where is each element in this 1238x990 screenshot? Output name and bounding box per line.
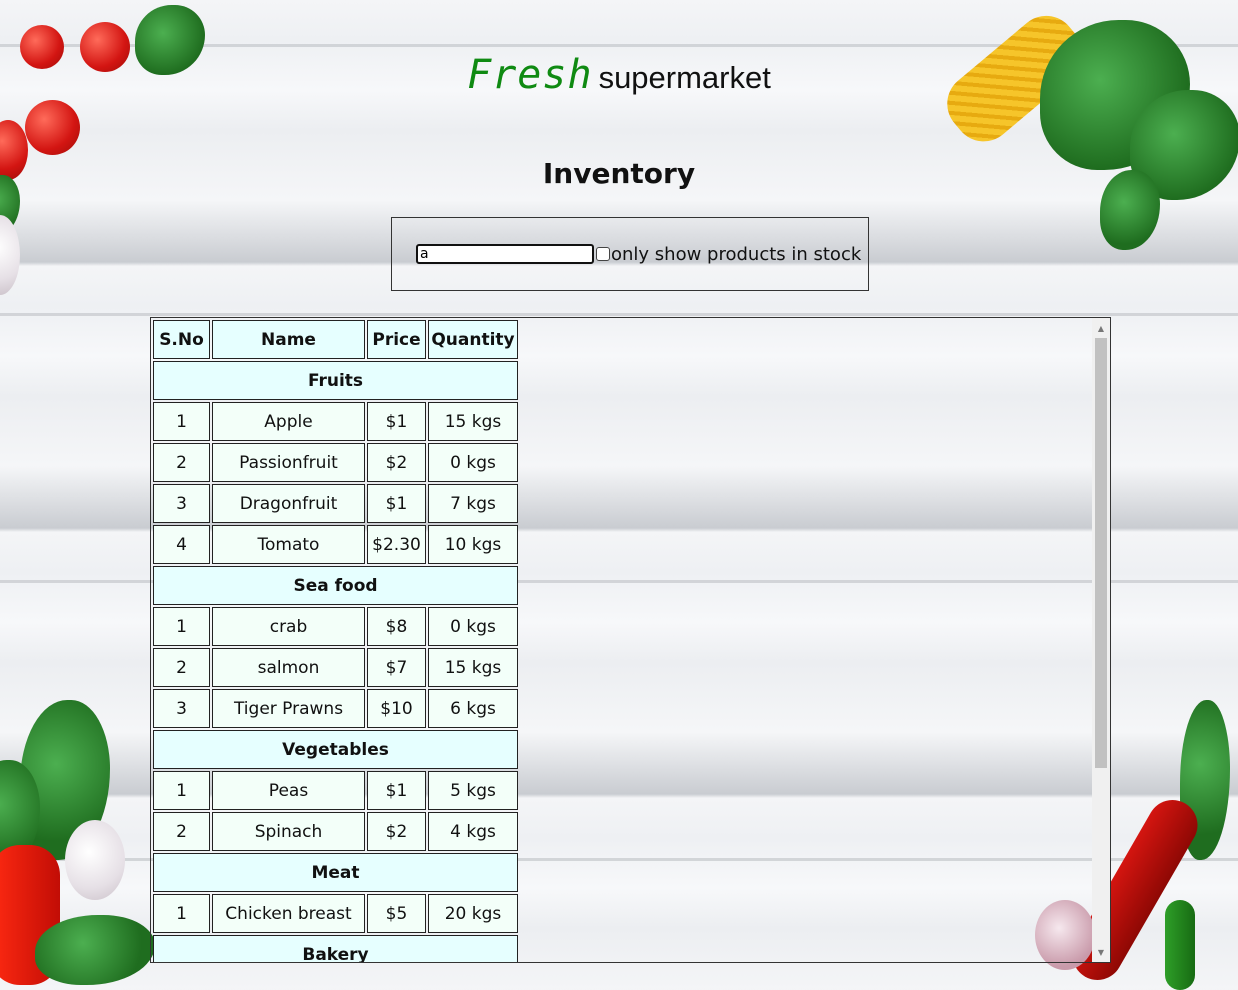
cell-sno: 3 bbox=[153, 689, 210, 728]
cell-sno: 2 bbox=[153, 812, 210, 851]
cell-price: $8 bbox=[367, 607, 426, 646]
table-row: 2 salmon $7 15 kgs bbox=[153, 648, 518, 687]
search-input[interactable] bbox=[416, 244, 594, 264]
cell-price: $2.30 bbox=[367, 525, 426, 564]
column-header-name: Name bbox=[212, 320, 365, 359]
column-header-price: Price bbox=[367, 320, 426, 359]
inventory-table: S.No Name Price Quantity Fruits 1 Apple … bbox=[151, 318, 520, 962]
table-row: 3 Dragonfruit $1 7 kgs bbox=[153, 484, 518, 523]
cell-name: Apple bbox=[212, 402, 365, 441]
cell-name: salmon bbox=[212, 648, 365, 687]
cell-price: $2 bbox=[367, 812, 426, 851]
table-row: 3 Tiger Prawns $10 6 kgs bbox=[153, 689, 518, 728]
cell-price: $1 bbox=[367, 402, 426, 441]
plank-seam bbox=[0, 313, 1238, 316]
cell-name: Peas bbox=[212, 771, 365, 810]
cell-name: crab bbox=[212, 607, 365, 646]
cell-name: Chicken breast bbox=[212, 894, 365, 933]
cell-sno: 3 bbox=[153, 484, 210, 523]
vertical-scrollbar[interactable]: ▲ ▼ bbox=[1092, 318, 1110, 962]
table-header-row: S.No Name Price Quantity bbox=[153, 320, 518, 359]
cell-price: $1 bbox=[367, 484, 426, 523]
cell-name: Passionfruit bbox=[212, 443, 365, 482]
scroll-up-arrow-icon[interactable]: ▲ bbox=[1092, 320, 1110, 336]
table-row: 4 Tomato $2.30 10 kgs bbox=[153, 525, 518, 564]
cell-sno: 1 bbox=[153, 402, 210, 441]
cell-price: $1 bbox=[367, 771, 426, 810]
table-row: 1 Chicken breast $5 20 kgs bbox=[153, 894, 518, 933]
logo-fresh-text: Fresh bbox=[467, 52, 593, 98]
column-header-sno: S.No bbox=[153, 320, 210, 359]
category-label: Bakery bbox=[153, 935, 518, 962]
in-stock-label[interactable]: only show products in stock bbox=[611, 244, 861, 265]
cell-price: $7 bbox=[367, 648, 426, 687]
category-label: Meat bbox=[153, 853, 518, 892]
cell-quantity: 0 kgs bbox=[428, 443, 518, 482]
category-row: Sea food bbox=[153, 566, 518, 605]
cell-sno: 1 bbox=[153, 607, 210, 646]
cell-price: $5 bbox=[367, 894, 426, 933]
category-row: Vegetables bbox=[153, 730, 518, 769]
cell-sno: 1 bbox=[153, 771, 210, 810]
page-title: Inventory bbox=[542, 157, 696, 190]
cell-quantity: 10 kgs bbox=[428, 525, 518, 564]
cell-price: $10 bbox=[367, 689, 426, 728]
cell-price: $2 bbox=[367, 443, 426, 482]
cell-name: Spinach bbox=[212, 812, 365, 851]
category-row: Bakery bbox=[153, 935, 518, 962]
site-header: Fresh supermarket bbox=[0, 52, 1238, 98]
cell-sno: 1 bbox=[153, 894, 210, 933]
inventory-table-panel[interactable]: S.No Name Price Quantity Fruits 1 Apple … bbox=[150, 317, 1111, 963]
category-label: Vegetables bbox=[153, 730, 518, 769]
cell-name: Tiger Prawns bbox=[212, 689, 365, 728]
logo-supermarket-text: supermarket bbox=[598, 60, 771, 95]
cell-quantity: 0 kgs bbox=[428, 607, 518, 646]
category-label: Sea food bbox=[153, 566, 518, 605]
cell-quantity: 4 kgs bbox=[428, 812, 518, 851]
cell-quantity: 20 kgs bbox=[428, 894, 518, 933]
cell-quantity: 15 kgs bbox=[428, 648, 518, 687]
cell-name: Dragonfruit bbox=[212, 484, 365, 523]
table-row: 1 Apple $1 15 kgs bbox=[153, 402, 518, 441]
cell-name: Tomato bbox=[212, 525, 365, 564]
column-header-quantity: Quantity bbox=[428, 320, 518, 359]
cell-sno: 2 bbox=[153, 648, 210, 687]
table-body: Fruits 1 Apple $1 15 kgs 2 Passionfruit … bbox=[153, 361, 518, 962]
table-row: 1 crab $8 0 kgs bbox=[153, 607, 518, 646]
in-stock-checkbox[interactable] bbox=[596, 247, 610, 261]
table-row: 2 Spinach $2 4 kgs bbox=[153, 812, 518, 851]
filter-panel: only show products in stock bbox=[391, 217, 869, 291]
cell-quantity: 15 kgs bbox=[428, 402, 518, 441]
category-label: Fruits bbox=[153, 361, 518, 400]
category-row: Fruits bbox=[153, 361, 518, 400]
cell-sno: 4 bbox=[153, 525, 210, 564]
cell-quantity: 6 kgs bbox=[428, 689, 518, 728]
cell-sno: 2 bbox=[153, 443, 210, 482]
table-row: 2 Passionfruit $2 0 kgs bbox=[153, 443, 518, 482]
scrollbar-thumb[interactable] bbox=[1095, 338, 1107, 768]
cell-quantity: 5 kgs bbox=[428, 771, 518, 810]
cell-quantity: 7 kgs bbox=[428, 484, 518, 523]
scroll-down-arrow-icon[interactable]: ▼ bbox=[1092, 944, 1110, 960]
category-row: Meat bbox=[153, 853, 518, 892]
table-row: 1 Peas $1 5 kgs bbox=[153, 771, 518, 810]
